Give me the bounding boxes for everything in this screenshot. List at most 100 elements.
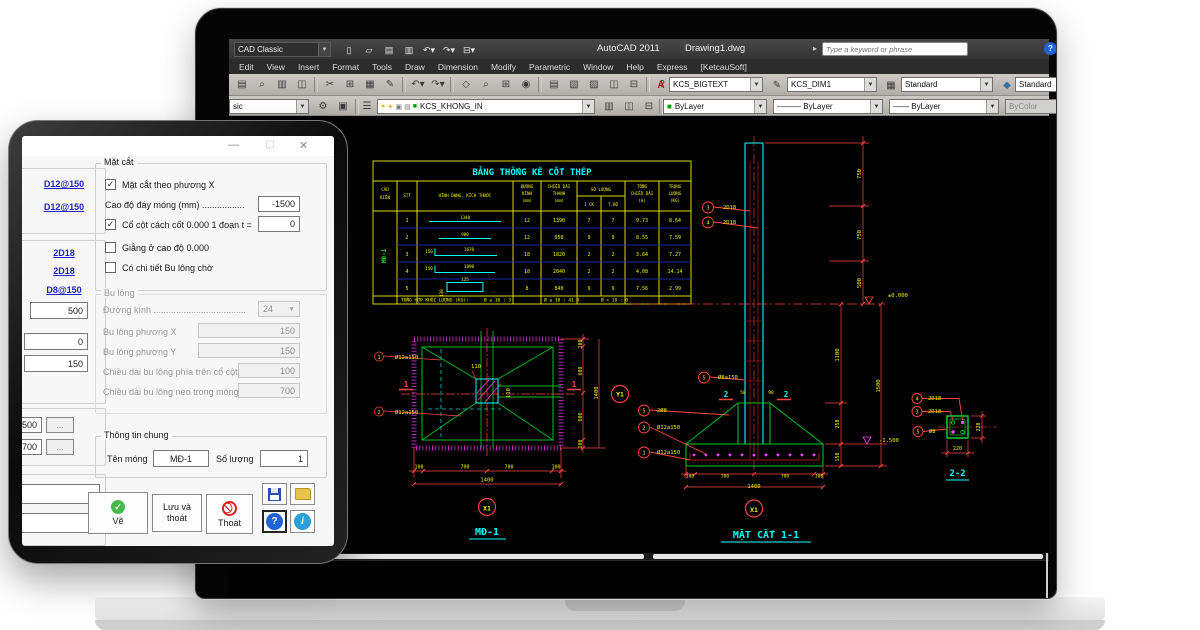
help-button[interactable]: ? [262,510,287,533]
cut-icon[interactable]: ✂ [320,75,340,94]
plot-icon[interactable]: ▤ [232,75,252,94]
link-d12-150-y[interactable]: D12@150 [24,202,104,212]
table-style-combo[interactable]: Standard▼ [901,77,993,92]
info-button[interactable]: i [290,510,315,533]
color-combo[interactable]: ■ ByLayer▼ [663,99,767,114]
undo-icon[interactable]: ↶▾ [408,75,428,94]
workspace-combo[interactable]: CAD Classic▼ [234,42,331,57]
checkbox-co-cot[interactable]: ✓ [105,219,116,230]
field-row-700[interactable]: 700 [22,439,42,455]
menu-item-dimension[interactable]: Dimension [438,62,478,72]
subscription-center-icon[interactable]: ✎ [1013,41,1033,60]
layer-states-icon[interactable]: ⊟ [639,97,659,116]
link-2d18-top[interactable]: 2D18 [24,248,104,258]
checkbox-bu-long-cho[interactable] [105,262,116,273]
dialog-minimize-icon[interactable]: — [228,139,239,151]
browse-button-500[interactable]: ... [46,417,74,433]
mleader-style-combo[interactable]: Standard▼ [1015,77,1057,92]
menu-item-express[interactable]: Express [657,62,688,72]
menu-item-tools[interactable]: Tools [372,62,392,72]
field-row-500[interactable]: 500 [22,417,42,433]
hscroll-thumb-right[interactable] [653,554,1043,559]
sheet-set-icon[interactable]: ◫ [604,75,624,94]
field-0[interactable]: 0 [24,333,88,350]
designcenter-icon[interactable]: ▧ [564,75,584,94]
menu-item-modify[interactable]: Modify [491,62,516,72]
ve-button[interactable]: ✓ Vẽ [88,492,148,534]
layer-combo[interactable]: ●☀▣▤■ KCS_KHONG_IN▼ [377,99,595,114]
menu-item-window[interactable]: Window [583,62,613,72]
publish-icon[interactable]: ▥ [272,75,292,94]
open-settings-button[interactable] [290,483,315,505]
lineweight-combo-value: ByLayer [911,102,940,111]
search-dropdown-icon[interactable]: ▾ [991,41,1011,60]
menu-item-view[interactable]: View [267,62,285,72]
menu-item-parametric[interactable]: Parametric [529,62,570,72]
dialog-close-icon[interactable]: ✕ [299,139,308,152]
dim-style-combo[interactable]: KCS_DIM1▼ [787,77,877,92]
menu-item-draw[interactable]: Draw [405,62,425,72]
workspace-settings-icon[interactable]: ⚙ [313,97,333,116]
thoat-button[interactable]: ⃠ Thoát [206,494,253,534]
make-current-layer-icon[interactable]: ▥ [599,97,619,116]
menu-item-insert[interactable]: Insert [298,62,319,72]
zoom-window-icon[interactable]: ⊞ [496,75,516,94]
drawing-canvas[interactable]: BẢNG THỐNG KÊ CỐT THÉPCẤUKIỆNSTTHÌNH DẠN… [229,116,1049,553]
checkbox-giang[interactable] [105,242,116,253]
table-style-icon[interactable]: ▦ [881,76,901,95]
tool-palettes-icon[interactable]: ▨ [584,75,604,94]
zoom-previous-icon[interactable]: ◉ [516,75,536,94]
layer-previous-icon[interactable]: ◫ [619,97,639,116]
help-icon[interactable]: ? [1044,42,1057,55]
mleader-style-icon[interactable]: ◆ [997,76,1017,95]
linetype-combo[interactable]: ——— ByLayer▼ [773,99,883,114]
layer-properties-icon[interactable]: ☰ [357,97,377,116]
checkbox-phuong-x[interactable]: ✓ [105,179,116,190]
infocenter-expand-icon[interactable]: ▸ [813,44,817,53]
lineweight-combo[interactable]: —— ByLayer▼ [889,99,999,114]
menu-item-ketcausoft[interactable]: [KetcauSoft] [701,62,747,72]
pan-icon[interactable]: ◇ [456,75,476,94]
so-luong-field[interactable]: 1 [260,450,308,467]
dim-style-icon[interactable]: ✎ [767,76,787,95]
link-d12-150-x[interactable]: D12@150 [24,179,104,189]
plot-icon[interactable]: ⊟▾ [459,41,479,60]
copy-icon[interactable]: ⊞ [340,75,360,94]
viewport-icon[interactable]: ▣ [333,97,353,116]
batch-plot-icon[interactable]: ◫ [292,75,312,94]
menu-item-edit[interactable]: Edit [239,62,254,72]
save-settings-button[interactable] [262,483,287,505]
search-icon[interactable]: ⌕ [969,41,989,60]
cao-do-field[interactable]: -1500 [258,196,300,212]
new-file-icon[interactable]: ▯ [339,41,359,60]
luu-va-thoat-button[interactable]: Lưu và thoát [152,494,202,532]
link-d8-150[interactable]: D8@150 [24,285,104,295]
browse-button-700[interactable]: ... [46,439,74,455]
menu-item-format[interactable]: Format [332,62,359,72]
save-icon[interactable]: ▤ [379,41,399,60]
ten-mong-field[interactable]: MĐ-1 [153,450,209,467]
command-line-area[interactable] [229,560,1049,599]
link-2d18-bottom[interactable]: 2D18 [24,266,104,276]
redo-icon[interactable]: ↷▾ [428,75,448,94]
paste-icon[interactable]: ▦ [360,75,380,94]
doan-t-field[interactable]: 0 [258,216,300,232]
open-file-icon[interactable]: ▱ [359,41,379,60]
properties-icon[interactable]: ▤ [544,75,564,94]
text-style-combo[interactable]: KCS_BIGTEXT▼ [669,77,763,92]
quickcalc-icon[interactable]: ⊟ [624,75,644,94]
bu-long-x-label: Bu lông phương X [103,327,176,337]
redo-icon[interactable]: ↷▾ [439,41,459,60]
match-properties-icon[interactable]: ✎ [380,75,400,94]
workspaces-combo[interactable]: sic▼ [229,99,309,114]
save-as-icon[interactable]: ▥ [399,41,419,60]
zoom-realtime-icon[interactable]: ⌕ [476,75,496,94]
search-input[interactable] [822,42,968,56]
plot-preview-icon[interactable]: ⌕ [252,75,272,94]
field-150[interactable]: 150 [24,355,88,372]
text-style-icon[interactable]: A [651,76,671,95]
menu-item-help[interactable]: Help [626,62,643,72]
undo-icon[interactable]: ↶▾ [419,41,439,60]
field-500[interactable]: 500 [30,302,88,319]
dialog-maximize-icon[interactable]: ▢ [265,139,274,150]
